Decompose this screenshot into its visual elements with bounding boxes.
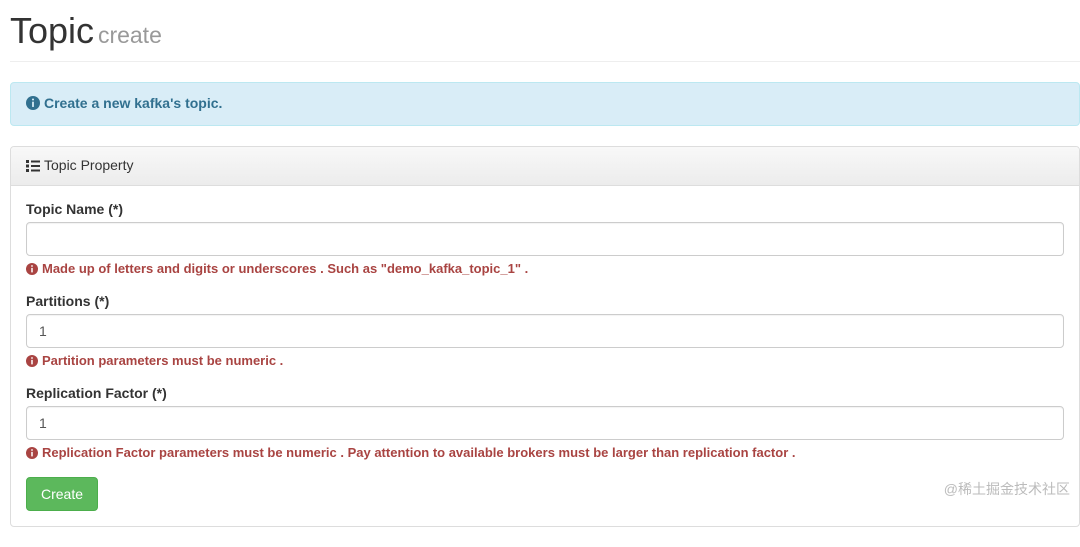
topic-name-hint-text: Made up of letters and digits or undersc… (42, 261, 528, 276)
form-group-partitions: Partitions (*) Partition parameters must… (26, 293, 1064, 370)
watermark: @稀土掘金技术社区 (944, 479, 1070, 499)
topic-name-hint: Made up of letters and digits or undersc… (26, 261, 1064, 278)
partitions-label: Partitions (*) (26, 293, 1064, 309)
page-title: Topic (10, 10, 94, 51)
replication-input[interactable] (26, 406, 1064, 440)
form-group-replication: Replication Factor (*) Replication Facto… (26, 385, 1064, 462)
replication-hint-text: Replication Factor parameters must be nu… (42, 445, 796, 460)
replication-label: Replication Factor (*) (26, 385, 1064, 401)
list-icon (26, 159, 40, 175)
page-header: Topic create (10, 10, 1080, 62)
panel-heading: Topic Property (11, 147, 1079, 186)
info-alert: Create a new kafka's topic. (10, 82, 1080, 126)
info-circle-icon (26, 96, 40, 113)
info-circle-icon (26, 447, 38, 462)
panel-title: Topic Property (44, 157, 133, 173)
info-alert-text: Create a new kafka's topic. (44, 95, 222, 111)
page-subtitle: create (98, 22, 162, 48)
info-circle-icon (26, 263, 38, 278)
replication-hint: Replication Factor parameters must be nu… (26, 445, 1064, 462)
form-group-topic-name: Topic Name (*) Made up of letters and di… (26, 201, 1064, 278)
partitions-hint: Partition parameters must be numeric . (26, 353, 1064, 370)
partitions-hint-text: Partition parameters must be numeric . (42, 353, 283, 368)
create-button[interactable]: Create (26, 477, 98, 511)
partitions-input[interactable] (26, 314, 1064, 348)
info-circle-icon (26, 355, 38, 370)
panel-body: Topic Name (*) Made up of letters and di… (11, 186, 1079, 526)
topic-property-panel: Topic Property Topic Name (*) Made up of… (10, 146, 1080, 527)
topic-name-label: Topic Name (*) (26, 201, 1064, 217)
topic-name-input[interactable] (26, 222, 1064, 256)
